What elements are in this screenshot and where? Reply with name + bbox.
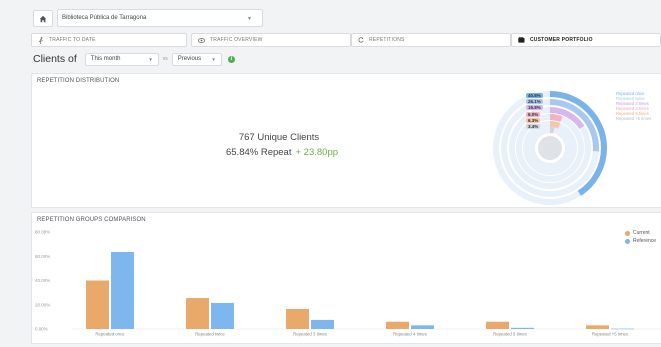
x-tick-label: Repeated once [95,332,125,337]
bar-reference-4[interactable] [411,325,434,329]
period-select[interactable]: This month ▼ [84,52,159,66]
x-tick-label: Repeated 3 times [293,332,327,337]
x-tick-label: Repeated twice [195,332,225,337]
tab-bar: TRAFFIC TO DATE TRAFFIC OVERVIEW REPETIT… [31,33,661,47]
bar-reference-6[interactable] [611,328,634,330]
bar-current-2[interactable] [186,298,209,329]
donut-ring-label: 40.8% [526,93,543,98]
unique-clients-stat: 767 Unique Clients [238,132,320,143]
period-select-label: This month [90,56,121,62]
tab-customer-portfolio[interactable]: CUSTOMER PORTFOLIO [511,33,661,47]
clients-title: Clients of [33,53,77,65]
chevron-down-icon: ▼ [247,16,252,22]
donut-ring-label: 6.0% [526,111,541,117]
home-button[interactable] [33,10,53,27]
tab-traffic-to-date[interactable]: TRAFFIC TO DATE [31,33,187,47]
bar-current-5[interactable] [486,321,509,329]
donut-ring-label: 15.8% [526,105,543,111]
x-tick-label: Repeated 5 times [493,332,527,337]
repetition-donut-chart[interactable] [492,90,608,206]
wallet-icon [518,37,525,43]
repeat-rate-value: 65.84% Repeat [225,147,292,158]
bar-current-4[interactable] [386,321,409,329]
bar-reference-5[interactable] [511,327,534,329]
distribution-legend-item[interactable]: Repeated +5 times [616,116,651,121]
y-tick-label: 20.00% [35,302,50,307]
bar-reference-2[interactable] [211,302,234,329]
bar-current-6[interactable] [586,325,609,329]
x-tick-label: Repeated 4 times [393,332,427,337]
library-select[interactable]: Biblioteca Pública de Tarragona ▼ [57,9,263,27]
bar-current-1[interactable] [86,280,109,330]
compare-period-select[interactable]: Previous ▼ [171,52,222,66]
bar-current-3[interactable] [286,308,309,329]
repetition-distribution-panel: REPETITION DISTRIBUTION 767 Unique Clien… [31,73,661,208]
compare-period-label: Previous [177,56,202,62]
donut-ring-label: 26.1% [526,99,543,105]
comparison-bar-chart: 0.00% 20.00% 40.00% 60.00% 80.00% Repeated on… [35,230,661,337]
home-icon [39,15,47,22]
tab-label: REPETITIONS [369,37,405,43]
tab-label: TRAFFIC OVERVIEW [210,37,263,43]
bar-reference-1[interactable] [111,252,134,329]
distribution-legend: Repeated once Repeated twice Repeated 3 ti… [616,91,651,121]
info-icon[interactable]: i [227,55,235,63]
chevron-down-icon: ▼ [211,56,216,62]
filter-row: Clients of This month ▼ vs Previous ▼ i [33,52,235,66]
x-tick-label: Repeated +5 times [592,332,628,337]
panel-title: REPETITION DISTRIBUTION [37,78,120,84]
tab-traffic-overview[interactable]: TRAFFIC OVERVIEW [191,33,351,47]
bar-reference-3[interactable] [311,319,334,329]
library-select-label: Biblioteca Pública de Tarragona [62,15,147,21]
donut-ring-label: 3.4% [526,124,541,129]
y-tick-label: 80.00% [35,230,50,235]
eye-icon [198,37,205,43]
tab-repetitions[interactable]: REPETITIONS [351,33,511,47]
walking-person-icon [38,36,43,44]
repeat-rate-stat: 65.84% Repeat + 23.80pp [202,147,362,158]
y-tick-label: 60.00% [35,254,50,259]
vs-label: vs [162,56,168,62]
repeat-delta: + 23.80pp [295,147,339,158]
tab-label: CUSTOMER PORTFOLIO [530,37,593,43]
donut-ring-label: 6.3% [526,117,541,123]
repetition-groups-comparison-panel: REPETITION GROUPS COMPARISON Current Ref… [31,212,661,344]
y-tick-label: 0.00% [35,327,48,332]
donut-center [538,136,562,160]
refresh-icon [358,37,364,43]
chevron-down-icon: ▼ [148,56,153,62]
tab-label: TRAFFIC TO DATE [49,37,96,43]
y-tick-label: 40.00% [35,278,50,283]
